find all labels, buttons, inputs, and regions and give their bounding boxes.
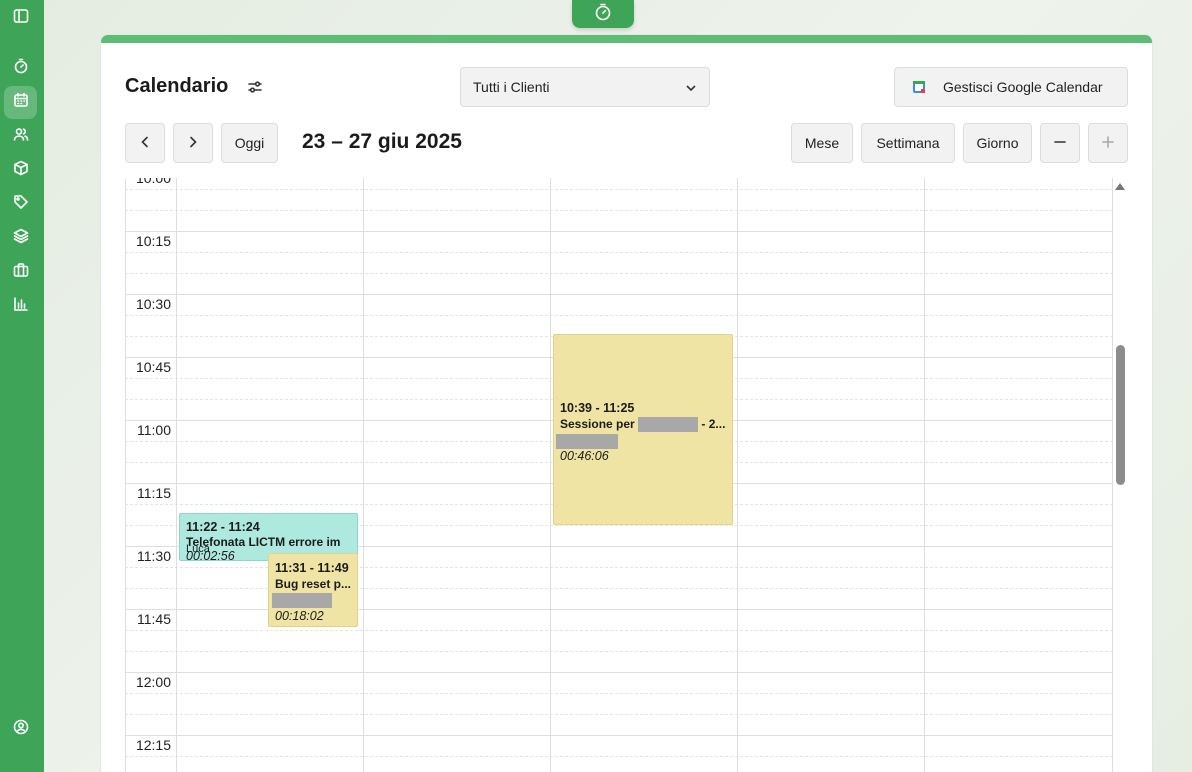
view-week-button[interactable]: Settimana [861, 123, 955, 163]
chevron-right-icon [186, 135, 200, 152]
sidebar-toggle-icon [13, 8, 29, 29]
layers-icon [13, 228, 29, 249]
event-title: Sessione per - 2... [560, 416, 726, 433]
time-label: 10:45 [133, 359, 171, 375]
sidebar [0, 0, 44, 772]
event-time: 10:39 - 11:25 [560, 401, 635, 415]
today-button[interactable]: Oggi [221, 123, 278, 163]
chevron-left-icon [138, 135, 152, 152]
time-label: 11:45 [135, 611, 171, 627]
event-duration: 00:46:06 [560, 449, 609, 464]
sliders-icon [247, 81, 263, 99]
calendar-event[interactable]: 10:39 - 11:25 Sessione per - 2... 00:46:… [553, 334, 733, 525]
sidebar-toggle-button[interactable] [4, 2, 37, 35]
bar-chart-icon [13, 296, 29, 317]
redacted-text [638, 417, 699, 433]
event-title-prefix: Sessione per [560, 417, 635, 431]
timer-tab-button[interactable] [572, 0, 634, 28]
week-time-grid[interactable]: 10:00 10:15 10:30 10:45 11:00 11:15 11:3… [125, 178, 1113, 772]
date-range-label: 23 – 27 giu 2025 [302, 130, 462, 153]
time-label: 12:15 [133, 737, 171, 753]
time-label: 10:15 [133, 233, 171, 249]
time-label: 10:00 [133, 178, 171, 186]
sidebar-item-clients[interactable] [4, 120, 37, 153]
sidebar-item-reports[interactable] [4, 290, 37, 323]
google-calendar-icon [913, 81, 925, 93]
stopwatch-icon [594, 3, 612, 26]
calendar-card: Calendario Tutti i Clienti Gestisci Goog… [100, 34, 1153, 772]
client-select[interactable]: Tutti i Clienti [460, 67, 710, 107]
view-month-button[interactable]: Mese [791, 123, 853, 163]
time-label: 12:00 [133, 674, 171, 690]
prev-week-button[interactable] [125, 123, 165, 163]
sidebar-item-account[interactable] [4, 713, 37, 746]
filter-settings-button[interactable] [247, 79, 265, 97]
card-top-bar [101, 35, 1152, 43]
view-day-button[interactable]: Giorno [963, 123, 1032, 163]
time-label: 11:00 [135, 422, 171, 438]
tag-icon [13, 194, 29, 215]
sidebar-item-projects[interactable] [4, 222, 37, 255]
event-time: 11:31 - 11:49 [275, 561, 349, 575]
event-duration: 00:18:02 [275, 609, 324, 623]
client-select-value: Tutti i Clienti [473, 79, 550, 95]
calendar-icon [13, 92, 29, 113]
event-time: 11:22 - 11:24 [186, 520, 260, 534]
sidebar-item-tags[interactable] [4, 188, 37, 221]
sidebar-item-work[interactable] [4, 256, 37, 289]
redacted-text [272, 593, 332, 609]
sidebar-item-products[interactable] [4, 154, 37, 187]
time-label: 11:30 [135, 548, 171, 564]
redacted-text [556, 433, 618, 449]
google-calendar-button[interactable]: Gestisci Google Calendar [894, 67, 1128, 107]
calendar-event[interactable]: 11:31 - 11:49 Bug reset p... 00:18:02 [268, 553, 358, 627]
plus-icon [1101, 135, 1115, 152]
user-circle-icon [13, 719, 29, 740]
scroll-up-arrow-icon[interactable] [1115, 183, 1125, 190]
sidebar-item-timer[interactable] [4, 52, 37, 85]
stopwatch-icon [13, 58, 29, 79]
time-label: 11:15 [135, 485, 171, 501]
event-title: Bug reset p... [275, 577, 351, 591]
sidebar-item-calendar[interactable] [4, 86, 37, 119]
box-icon [13, 160, 29, 181]
zoom-out-button[interactable] [1040, 123, 1080, 163]
time-label: 10:30 [133, 296, 171, 312]
chevron-down-icon [685, 81, 697, 93]
next-week-button[interactable] [173, 123, 213, 163]
page-title: Calendario [125, 75, 229, 97]
minus-icon [1053, 135, 1067, 152]
event-title-suffix: - 2... [701, 417, 726, 431]
zoom-in-button[interactable] [1088, 123, 1128, 163]
briefcase-icon [13, 262, 29, 283]
scrollbar-thumb[interactable] [1116, 345, 1125, 485]
users-icon [13, 126, 29, 147]
google-calendar-label: Gestisci Google Calendar [943, 79, 1103, 95]
